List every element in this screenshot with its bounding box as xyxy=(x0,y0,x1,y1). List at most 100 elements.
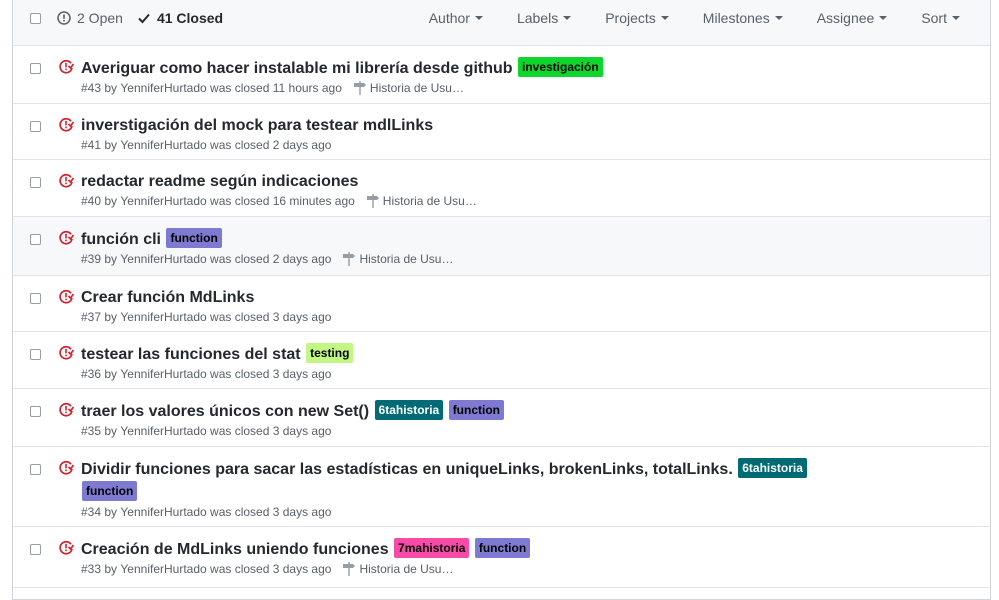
issue-main: Crear función MdLinks #37 by YenniferHurt… xyxy=(81,287,970,324)
issue-label[interactable]: function xyxy=(474,538,531,558)
issue-title-link[interactable]: Creación de MdLinks uniendo funciones xyxy=(81,541,389,558)
issue-author-link[interactable]: YenniferHurtado xyxy=(120,252,206,266)
issue-author-link[interactable]: YenniferHurtado xyxy=(120,562,206,576)
issue-row[interactable]: testear las funciones del stat testing #3… xyxy=(13,332,990,389)
issue-label[interactable]: 6tahistoria xyxy=(738,458,807,478)
select-all-checkbox[interactable] xyxy=(30,13,41,24)
milestone-link[interactable]: Historia de Usu… xyxy=(366,194,477,208)
issue-closed-icon xyxy=(59,59,74,74)
issue-author-link[interactable]: YenniferHurtado xyxy=(120,138,206,152)
milestone-link[interactable]: Historia de Usu… xyxy=(343,562,453,576)
milestone-icon xyxy=(343,252,356,266)
issue-meta: #34 by YenniferHurtado was closed 3 days… xyxy=(81,505,970,519)
issue-label[interactable]: 6tahistoria xyxy=(374,400,444,420)
milestone-link[interactable]: Historia de Usu… xyxy=(343,252,453,266)
issue-meta: #43 by YenniferHurtado was closed 11 hou… xyxy=(81,81,970,95)
issue-closed-time: was closed 3 days ago xyxy=(210,505,332,519)
issues-list-header: 2 Open 41 Closed Author Labels Projects … xyxy=(13,0,990,46)
issue-closed-time: was closed 16 minutes ago xyxy=(210,194,355,208)
issue-row[interactable]: Creación de MdLinks uniendo funciones 7m… xyxy=(13,527,990,588)
milestone-link[interactable]: Historia de Usu… xyxy=(353,81,464,95)
issue-number: #41 xyxy=(81,138,102,152)
issue-label[interactable]: testing xyxy=(306,343,354,363)
issue-main: inverstigación del mock para testear mdl… xyxy=(81,115,970,152)
issue-label[interactable]: function xyxy=(166,228,222,248)
issue-meta: #40 by YenniferHurtado was closed 16 min… xyxy=(81,194,970,208)
milestone-label: Historia de Usu… xyxy=(382,194,477,208)
issue-title-link[interactable]: testear las funciones del stat xyxy=(81,346,301,363)
issue-number: #39 xyxy=(81,252,102,266)
issue-author-link[interactable]: YenniferHurtado xyxy=(120,194,206,208)
issue-title-line: Dividir funciones para sacar las estadís… xyxy=(81,458,970,504)
issue-by: by xyxy=(104,367,118,381)
issue-title-link[interactable]: traer los valores únicos con new Set() xyxy=(81,403,369,420)
author-filter-label: Author xyxy=(428,10,470,26)
issue-author-link[interactable]: YenniferHurtado xyxy=(120,310,206,324)
issue-author-link[interactable]: YenniferHurtado xyxy=(120,81,206,95)
issue-by: by xyxy=(104,252,118,266)
issue-checkbox[interactable] xyxy=(30,63,41,74)
open-issues-tab[interactable]: 2 Open xyxy=(57,10,123,26)
state-toggle: 2 Open 41 Closed xyxy=(57,10,237,26)
issue-title-link[interactable]: Averiguar como hacer instalable mi libre… xyxy=(81,60,513,77)
issue-opened-icon xyxy=(57,11,71,25)
issue-main: traer los valores únicos con new Set() 6… xyxy=(81,400,970,438)
issue-title-link[interactable]: redactar readme según indicaciones xyxy=(81,173,358,190)
issue-by: by xyxy=(104,194,118,208)
issue-main: Dividir funciones para sacar las estadís… xyxy=(81,458,970,519)
issue-row[interactable]: inverstigación del mock para testear mdl… xyxy=(13,104,990,160)
issue-closed-time: was closed 3 days ago xyxy=(210,310,332,324)
issue-author-link[interactable]: YenniferHurtado xyxy=(120,367,206,381)
issue-checkbox[interactable] xyxy=(30,121,41,132)
issue-closed-icon xyxy=(59,117,74,132)
issue-row[interactable]: función cli function #39 by YenniferHurta… xyxy=(13,217,990,276)
labels-filter[interactable]: Labels xyxy=(516,10,572,26)
issue-label[interactable]: function xyxy=(82,481,138,501)
issue-checkbox[interactable] xyxy=(30,177,41,188)
issue-checkbox[interactable] xyxy=(30,234,41,245)
milestone-label: Historia de Usu… xyxy=(359,562,454,576)
issue-closed-time: was closed 3 days ago xyxy=(210,562,332,576)
issue-checkbox[interactable] xyxy=(30,293,41,304)
milestone-label: Historia de Usu… xyxy=(369,81,464,95)
issue-title-link[interactable]: Dividir funciones para sacar las estadís… xyxy=(81,461,733,478)
issue-closed-icon xyxy=(59,289,74,304)
milestones-filter[interactable]: Milestones xyxy=(703,10,783,26)
issue-by: by xyxy=(104,310,118,324)
projects-filter[interactable]: Projects xyxy=(605,10,669,26)
assignee-filter[interactable]: Assignee xyxy=(817,10,888,26)
issue-label[interactable]: investigación xyxy=(517,57,603,77)
issue-meta: #33 by YenniferHurtado was closed 3 days… xyxy=(81,562,970,576)
issue-number: #37 xyxy=(81,310,102,324)
issue-by: by xyxy=(104,138,118,152)
caret-down-icon xyxy=(952,16,960,20)
sort-filter[interactable]: Sort xyxy=(921,10,960,26)
issue-row[interactable]: Averiguar como hacer instalable mi libre… xyxy=(13,46,990,104)
issue-checkbox[interactable] xyxy=(30,349,41,360)
issue-main: función cli function #39 by YenniferHurta… xyxy=(81,228,970,266)
caret-down-icon xyxy=(563,16,572,20)
issue-closed-icon xyxy=(59,540,74,555)
issue-checkbox[interactable] xyxy=(30,544,41,555)
issue-by: by xyxy=(104,505,118,519)
issue-title-link[interactable]: inverstigación del mock para testear mdl… xyxy=(81,117,433,134)
issue-row[interactable]: traer los valores únicos con new Set() 6… xyxy=(13,389,990,447)
issue-checkbox[interactable] xyxy=(30,464,41,475)
issue-checkbox[interactable] xyxy=(30,406,41,417)
issue-meta: #41 by YenniferHurtado was closed 2 days… xyxy=(81,138,970,152)
issue-author-link[interactable]: YenniferHurtado xyxy=(120,505,206,519)
issue-closed-time: was closed 3 days ago xyxy=(210,424,332,438)
issue-author-link[interactable]: YenniferHurtado xyxy=(120,424,206,438)
issue-title-link[interactable]: función cli xyxy=(81,231,161,248)
issue-label[interactable]: function xyxy=(448,400,505,420)
issues-list: Averiguar como hacer instalable mi libre… xyxy=(13,46,990,588)
issue-row[interactable]: redactar readme según indicaciones #40 by… xyxy=(13,160,990,217)
issue-label[interactable]: 7mahistoria xyxy=(394,538,470,558)
closed-issues-tab[interactable]: 41 Closed xyxy=(137,10,223,26)
issue-row[interactable]: Crear función MdLinks #37 by YenniferHurt… xyxy=(13,276,990,332)
labels-filter-label: Labels xyxy=(516,10,559,26)
author-filter[interactable]: Author xyxy=(429,10,483,26)
issue-title-link[interactable]: Crear función MdLinks xyxy=(81,289,254,306)
issue-row[interactable]: Dividir funciones para sacar las estadís… xyxy=(13,447,990,527)
issue-by: by xyxy=(104,81,118,95)
